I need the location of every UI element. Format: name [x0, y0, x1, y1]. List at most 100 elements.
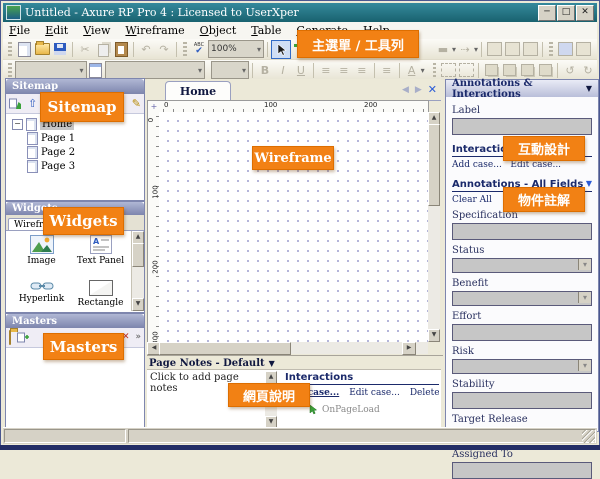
- menu-wireframe[interactable]: Wireframe: [125, 24, 184, 37]
- specification-input[interactable]: [452, 223, 592, 240]
- tree-item-page3[interactable]: Page 3: [12, 159, 144, 173]
- label-input[interactable]: [452, 118, 592, 135]
- widget-label: Image: [27, 256, 56, 266]
- scroll-thumb[interactable]: [159, 342, 291, 355]
- tree-item-label: Page 3: [41, 161, 75, 172]
- align-center-icon[interactable]: ≡: [335, 62, 353, 79]
- tree-item-page2[interactable]: Page 2: [12, 145, 144, 159]
- add-page-icon[interactable]: [9, 98, 22, 110]
- font-size-select[interactable]: ▾: [211, 61, 249, 79]
- table-delete-icon[interactable]: [574, 41, 592, 58]
- undo-icon[interactable]: ↶: [137, 41, 155, 58]
- rotate-right-icon[interactable]: ↻: [579, 62, 597, 79]
- font-select[interactable]: ▾: [105, 61, 205, 79]
- rotate-left-icon[interactable]: ↺: [561, 62, 579, 79]
- tab-back-icon[interactable]: ◀: [402, 85, 409, 95]
- copy-icon[interactable]: [94, 41, 112, 58]
- annotation-widgets: Widgets: [43, 207, 124, 235]
- align-top-icon[interactable]: [485, 41, 503, 58]
- cut-icon[interactable]: ✂: [76, 41, 94, 58]
- edit-case-link[interactable]: Edit case...: [510, 160, 561, 170]
- spellcheck-icon[interactable]: ABC ✔: [190, 41, 208, 58]
- italic-icon[interactable]: I: [274, 62, 292, 79]
- add-master-icon[interactable]: [17, 332, 30, 344]
- menu-object[interactable]: Object: [200, 24, 237, 37]
- resize-grip[interactable]: [582, 430, 595, 443]
- bring-front-icon[interactable]: [482, 62, 500, 79]
- edit-case-link[interactable]: Edit case...: [349, 388, 400, 398]
- menu-edit[interactable]: Edit: [45, 24, 68, 37]
- status-select[interactable]: [452, 258, 592, 273]
- maximize-button[interactable]: □: [557, 5, 575, 21]
- add-case-link[interactable]: Add case... Edit case...: [452, 160, 592, 170]
- zoom-select[interactable]: 100% ▾: [208, 40, 264, 58]
- bold-icon[interactable]: B: [256, 62, 274, 79]
- font-color-icon[interactable]: A: [403, 62, 421, 79]
- risk-select[interactable]: [452, 359, 592, 374]
- tree-item-page1[interactable]: Page 1: [12, 131, 144, 145]
- canvas-vertical-scrollbar[interactable]: ▲ ▼: [428, 112, 440, 342]
- line-style-icon[interactable]: ▬: [434, 41, 452, 58]
- masters-list[interactable]: [6, 348, 144, 430]
- bring-forward-icon[interactable]: [518, 62, 536, 79]
- delete-case-link[interactable]: Delete case...: [410, 388, 439, 398]
- send-backward-icon[interactable]: [536, 62, 554, 79]
- toolbar-overflow-icon[interactable]: »: [135, 332, 141, 343]
- style-editor-icon[interactable]: [87, 62, 105, 79]
- move-up-icon[interactable]: ⇧: [28, 98, 37, 109]
- svg-text:A: A: [93, 237, 100, 246]
- tab-home[interactable]: Home: [165, 81, 231, 101]
- arrow-style-icon[interactable]: ⇢: [456, 41, 474, 58]
- minimize-button[interactable]: ─: [538, 5, 556, 21]
- collapse-icon[interactable]: −: [12, 119, 23, 130]
- annotation-page-notes: 網頁說明: [228, 383, 310, 407]
- widget-text-panel[interactable]: A Text Panel: [71, 235, 130, 266]
- tab-forward-icon[interactable]: ▶: [415, 85, 422, 95]
- edit-page-icon[interactable]: ✎: [132, 98, 141, 109]
- chevron-down-icon[interactable]: ▼: [586, 179, 592, 190]
- close-button[interactable]: ✕: [576, 5, 594, 21]
- widget-image[interactable]: Image: [12, 235, 71, 266]
- widget-rectangle[interactable]: Rectangle: [71, 280, 130, 308]
- redo-icon[interactable]: ↷: [155, 41, 173, 58]
- onpageload-event[interactable]: OnPageLoad: [307, 404, 439, 415]
- scroll-thumb[interactable]: [132, 243, 144, 267]
- scroll-right-icon[interactable]: ▶: [402, 342, 416, 355]
- open-master-icon[interactable]: [9, 332, 11, 343]
- bullet-list-icon[interactable]: ≡: [378, 62, 396, 79]
- assigned-to-input[interactable]: [452, 462, 592, 479]
- table-insert-icon[interactable]: [556, 41, 574, 58]
- new-icon[interactable]: [15, 41, 33, 58]
- save-icon[interactable]: [51, 41, 69, 58]
- scroll-down-icon[interactable]: ▼: [132, 298, 144, 311]
- align-middle-icon[interactable]: [503, 41, 521, 58]
- tab-close-icon[interactable]: ✕: [428, 83, 437, 96]
- ungroup-icon[interactable]: [457, 62, 475, 79]
- benefit-select[interactable]: [452, 291, 592, 306]
- align-right-icon[interactable]: ≡: [353, 62, 371, 79]
- paste-icon[interactable]: [112, 41, 130, 58]
- pointer-tool-icon[interactable]: [271, 40, 291, 59]
- menu-file[interactable]: File: [9, 24, 30, 37]
- menu-table[interactable]: Table: [251, 24, 281, 37]
- open-icon[interactable]: [33, 41, 51, 58]
- stability-input[interactable]: [452, 392, 592, 409]
- canvas-horizontal-scrollbar[interactable]: ◀ ▶: [147, 342, 428, 354]
- page-notes-header[interactable]: Page Notes - Default ▼: [147, 355, 443, 370]
- scroll-down-icon[interactable]: ▼: [428, 329, 440, 342]
- widget-hyperlink[interactable]: Hyperlink: [12, 280, 71, 308]
- chevron-down-icon[interactable]: ▼: [586, 84, 592, 93]
- ruler-tick-label: 0: [147, 118, 155, 122]
- underline-icon[interactable]: U: [292, 62, 310, 79]
- scroll-thumb[interactable]: [428, 124, 440, 206]
- page-icon: [27, 146, 38, 159]
- group-icon[interactable]: [439, 62, 457, 79]
- widgets-scrollbar[interactable]: ▲ ▼: [131, 231, 144, 311]
- effort-input[interactable]: [452, 324, 592, 341]
- rectangle-widget-icon: [89, 280, 113, 296]
- align-bottom-icon[interactable]: [521, 41, 539, 58]
- send-back-icon[interactable]: [500, 62, 518, 79]
- menu-view[interactable]: View: [83, 24, 110, 37]
- align-left-icon[interactable]: ≡: [317, 62, 335, 79]
- style-select[interactable]: ▾: [15, 61, 87, 79]
